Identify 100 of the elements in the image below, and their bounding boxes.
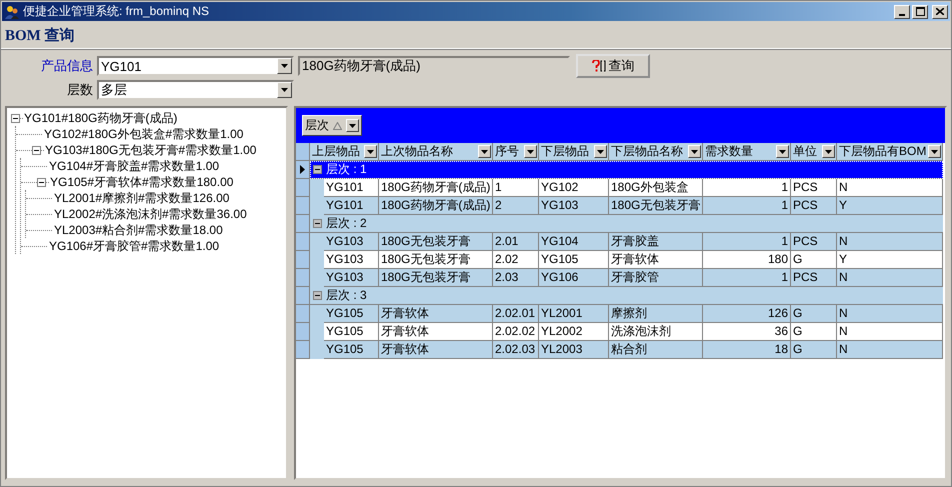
table-cell: 牙膏软体: [379, 305, 493, 323]
close-icon: [936, 8, 944, 15]
table-cell: 2.02.02: [493, 323, 539, 341]
table-cell: PCS: [791, 179, 837, 197]
dropdown-arrow-icon: [597, 150, 604, 154]
dropdown-arrow-icon: [349, 124, 356, 128]
table-cell: YG102: [539, 179, 609, 197]
table-cell: YG103: [539, 197, 609, 215]
collapse-icon[interactable]: [313, 219, 322, 228]
tree-item[interactable]: YG104#牙膏胶盖#需求数量1.00: [49, 158, 220, 174]
table-cell: 36: [703, 323, 791, 341]
table-cell: 2.02.03: [493, 341, 539, 359]
table-cell: YL2001: [539, 305, 609, 323]
table-cell: 1: [703, 179, 791, 197]
table-cell: YG105: [324, 341, 379, 359]
column-header[interactable]: 下层物品有BOM: [837, 143, 943, 161]
column-header[interactable]: 下层物品: [539, 143, 609, 161]
dropdown-arrow-icon: [281, 88, 288, 92]
table-cell: PCS: [791, 197, 837, 215]
table-cell: 2.02.01: [493, 305, 539, 323]
table-cell: YG101: [324, 197, 379, 215]
product-name-field: 180G药物牙膏(成品): [298, 56, 570, 76]
collapse-icon[interactable]: [11, 114, 20, 122]
tree-item[interactable]: YL2002#洗涤泡沫剂#需求数量36.00: [54, 206, 247, 222]
table-cell: Y: [837, 197, 943, 215]
collapse-icon[interactable]: [313, 291, 322, 300]
table-cell: 18: [703, 341, 791, 359]
table-cell: 2.02: [493, 251, 539, 269]
table-cell: 2.03: [493, 269, 539, 287]
collapse-icon[interactable]: [32, 146, 41, 154]
table-cell: 180G无包装牙膏: [379, 233, 493, 251]
tree-item[interactable]: YG101#180G药物牙膏(成品): [24, 110, 178, 126]
column-header[interactable]: 单位: [791, 143, 837, 161]
collapse-icon[interactable]: [313, 165, 322, 174]
column-header[interactable]: 序号: [493, 143, 539, 161]
group-row[interactable]: 层次 : 2: [310, 215, 943, 233]
dropdown-arrow-icon: [825, 150, 832, 154]
column-header[interactable]: 上层物品: [310, 143, 379, 161]
product-combo[interactable]: YG101: [97, 56, 294, 76]
group-by-chip[interactable]: 层次: [302, 115, 362, 136]
table-cell: YG105: [324, 323, 379, 341]
levels-combo[interactable]: 多层: [97, 80, 294, 100]
table-cell: YG106: [539, 269, 609, 287]
tree-item[interactable]: YG102#180G外包装盒#需求数量1.00: [44, 126, 244, 142]
table-cell: 180G无包装牙膏: [379, 269, 493, 287]
table-cell: 126: [703, 305, 791, 323]
table-cell: PCS: [791, 269, 837, 287]
dropdown-arrow-icon: [691, 150, 698, 154]
people-icon: [4, 4, 20, 20]
table-cell: 1: [703, 233, 791, 251]
table-cell: G: [791, 341, 837, 359]
help-icon: [592, 60, 606, 72]
dropdown-arrow-icon: [931, 150, 938, 154]
maximize-icon: [916, 7, 924, 16]
close-button[interactable]: [932, 4, 948, 18]
tree-item[interactable]: YL2003#粘合剂#需求数量18.00: [54, 222, 223, 238]
collapse-icon[interactable]: [37, 178, 46, 186]
tree-item[interactable]: YL2001#摩擦剂#需求数量126.00: [54, 190, 230, 206]
table-cell: 180: [703, 251, 791, 269]
group-indent: [310, 179, 324, 197]
dropdown-arrow-icon: [527, 150, 534, 154]
table-cell: G: [791, 251, 837, 269]
table-cell: N: [837, 323, 943, 341]
table-cell: YG105: [539, 251, 609, 269]
field-label: 产品信息: [40, 57, 93, 75]
table-cell: N: [837, 341, 943, 359]
table-cell: YG103: [324, 251, 379, 269]
table-cell: 2: [493, 197, 539, 215]
column-header[interactable]: 下层物品名称: [609, 143, 703, 161]
table-cell: 摩擦剂: [609, 305, 703, 323]
table-cell: YG104: [539, 233, 609, 251]
minimize-icon: [899, 14, 905, 16]
maximize-button[interactable]: [912, 4, 928, 18]
table-cell: 洗涤泡沫剂: [609, 323, 703, 341]
minimize-button[interactable]: [894, 4, 910, 18]
table-cell: 粘合剂: [609, 341, 703, 359]
form-title: BOM 查询: [5, 26, 75, 44]
table-cell: YG101: [324, 179, 379, 197]
column-header[interactable]: 上次物品名称: [379, 143, 493, 161]
group-row[interactable]: 层次 : 3: [310, 287, 943, 305]
tree-item[interactable]: YG105#牙膏软体#需求数量180.00: [50, 174, 234, 190]
query-button[interactable]: 查询: [576, 54, 650, 78]
window-title: 便捷企业管理系统: frm_bominq NS: [23, 3, 210, 20]
table-cell: N: [837, 233, 943, 251]
table-cell: 180G无包装牙膏: [379, 251, 493, 269]
table-cell: 2.01: [493, 233, 539, 251]
group-row[interactable]: 层次 : 1: [310, 161, 943, 179]
column-header[interactable]: 需求数量: [703, 143, 791, 161]
table-cell: N: [837, 305, 943, 323]
table-cell: YL2003: [539, 341, 609, 359]
table-cell: YG103: [324, 233, 379, 251]
tree-item[interactable]: YG106#牙膏胶管#需求数量1.00: [49, 238, 220, 254]
row-header[interactable]: [296, 161, 310, 179]
field-label: 层数: [66, 81, 93, 99]
table-cell: 牙膏软体: [609, 251, 703, 269]
table-cell: YG105: [324, 305, 379, 323]
sort-ascending-icon: [333, 122, 342, 130]
table-cell: 牙膏软体: [379, 323, 493, 341]
table-cell: N: [837, 269, 943, 287]
tree-item[interactable]: YG103#180G无包装牙膏#需求数量1.00: [45, 142, 256, 158]
